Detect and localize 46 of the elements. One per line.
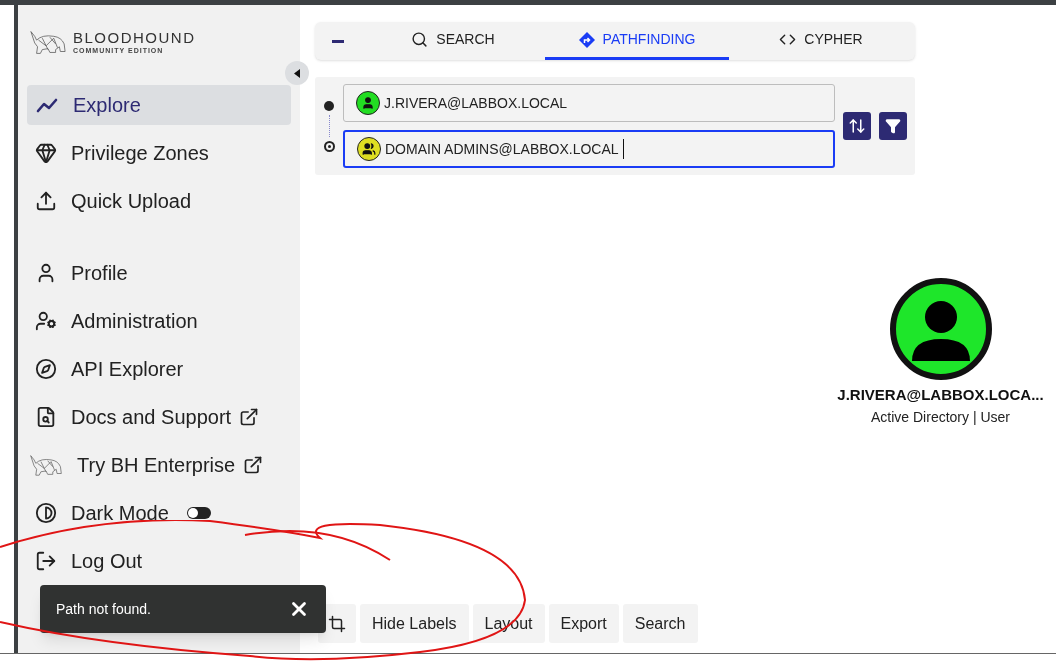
- swap-button[interactable]: [843, 112, 871, 140]
- route-diamond-icon: [578, 31, 595, 48]
- logo-title: BLOODHOUND: [73, 29, 196, 46]
- field-value: DOMAIN ADMINS@LABBOX.LOCAL: [385, 139, 619, 159]
- swap-arrows-icon: [848, 117, 866, 135]
- contrast-icon: [35, 502, 57, 524]
- tab[interactable]: PATHFINDING: [545, 22, 729, 60]
- node-type-label: Active Directory | User: [871, 407, 1010, 427]
- caret-left-icon: [294, 68, 300, 78]
- tab[interactable]: SEARCH: [361, 22, 545, 60]
- node-search-field[interactable]: J.RIVERA@LABBOX.LOCAL: [343, 84, 835, 122]
- nav-item[interactable]: Log Out: [27, 541, 291, 581]
- sidebar-collapse-button[interactable]: [285, 61, 309, 85]
- toolbar-button[interactable]: Search: [622, 604, 698, 643]
- filter-button[interactable]: [879, 112, 907, 140]
- target-ring-icon: [323, 140, 335, 152]
- minus-icon: [332, 39, 344, 43]
- field-value: J.RIVERA@LABBOX.LOCAL: [384, 93, 568, 113]
- nav-item[interactable]: Docs and Support: [27, 397, 291, 437]
- toolbar-button[interactable]: Export: [548, 604, 619, 643]
- search-icon: [411, 31, 429, 48]
- nav-item[interactable]: Profile: [27, 253, 291, 293]
- hound-logo-icon: [29, 453, 63, 477]
- hound-logo: [29, 28, 67, 56]
- nav-label: Dark Mode: [71, 501, 169, 526]
- crop-icon: [328, 614, 346, 633]
- gem-icon: [35, 142, 57, 164]
- logout-icon: [35, 550, 57, 572]
- nav-item[interactable]: Quick Upload: [27, 181, 291, 221]
- nav-item[interactable]: API Explorer: [27, 349, 291, 389]
- nav-item[interactable]: Privilege Zones: [27, 133, 291, 173]
- upload-icon: [35, 190, 57, 212]
- user-gear-icon: [35, 310, 57, 332]
- toolbar-button[interactable]: Hide Labels: [360, 604, 469, 643]
- nav-item[interactable]: Administration: [27, 301, 291, 341]
- filter-icon: [885, 118, 901, 134]
- document-search-icon: [35, 406, 57, 428]
- node-search-field[interactable]: DOMAIN ADMINS@LABBOX.LOCAL: [343, 130, 835, 168]
- toast-message: Path not found.: [56, 599, 151, 619]
- text-cursor: [622, 139, 624, 159]
- tab[interactable]: CYPHER: [729, 22, 913, 60]
- node-label: J.RIVERA@LABBOX.LOCA...: [837, 385, 1044, 405]
- nav-item[interactable]: Explore: [27, 85, 291, 125]
- dark-mode-switch[interactable]: [186, 507, 211, 519]
- compass-icon: [35, 358, 57, 380]
- nav-item[interactable]: Try BH Enterprise: [27, 445, 291, 485]
